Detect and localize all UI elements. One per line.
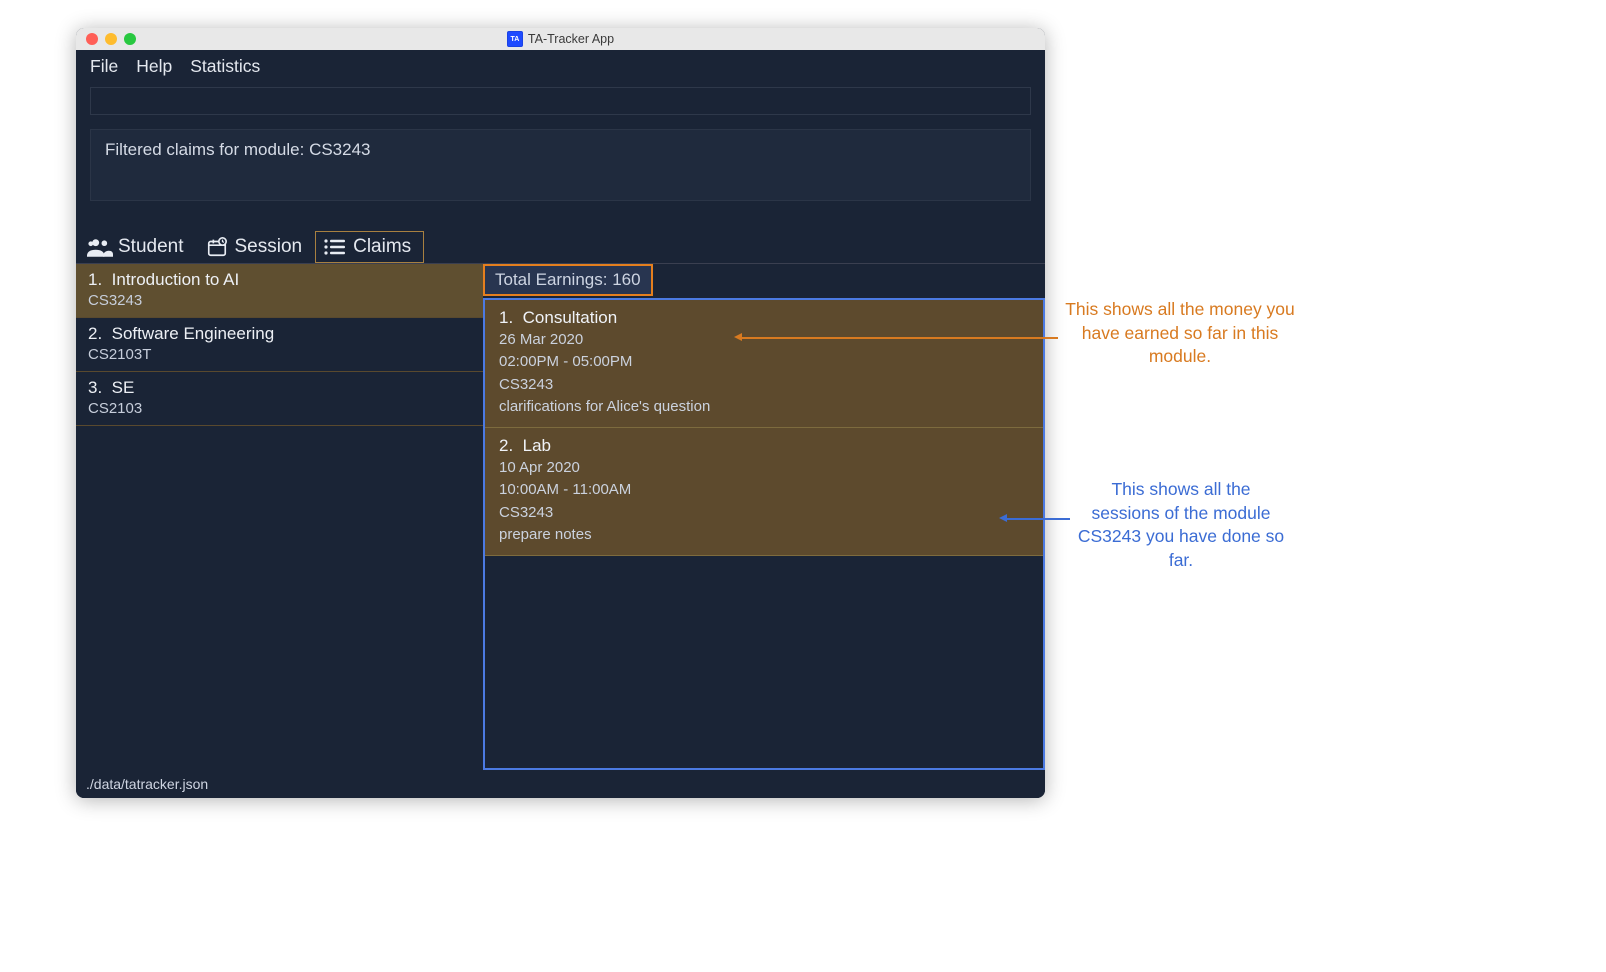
module-name: Introduction to AI xyxy=(112,270,240,289)
module-row[interactable]: 2. Software Engineering CS2103T xyxy=(76,318,483,372)
module-code: CS3243 xyxy=(88,292,471,309)
minimize-button[interactable] xyxy=(105,33,117,45)
session-index: 1. xyxy=(499,308,513,327)
list-icon xyxy=(322,236,348,258)
module-code: CS2103 xyxy=(88,400,471,417)
sessions-list: 1. Consultation 26 Mar 2020 02:00PM - 05… xyxy=(483,298,1045,770)
session-module: CS3243 xyxy=(499,503,1029,523)
total-earnings: Total Earnings: 160 xyxy=(483,264,653,296)
session-date: 10 Apr 2020 xyxy=(499,458,1029,478)
session-time: 02:00PM - 05:00PM xyxy=(499,352,1029,372)
session-note: clarifications for Alice's question xyxy=(499,397,1029,417)
session-date: 26 Mar 2020 xyxy=(499,330,1029,350)
module-row[interactable]: 3. SE CS2103 xyxy=(76,372,483,426)
module-index: 1. xyxy=(88,270,102,289)
module-index: 2. xyxy=(88,324,102,343)
statusbar: ./data/tatracker.json xyxy=(76,770,1045,798)
app-window: TA TA-Tracker App File Help Statistics F… xyxy=(76,28,1045,798)
session-time: 10:00AM - 11:00AM xyxy=(499,480,1029,500)
annotation-earnings-arrow-icon xyxy=(734,333,742,341)
session-note: prepare notes xyxy=(499,525,1029,545)
content-area: 1. Introduction to AI CS3243 2. Software… xyxy=(76,263,1045,770)
annotation-sessions-arrow-icon xyxy=(999,514,1007,522)
module-name: Software Engineering xyxy=(112,324,275,343)
sessions-panel: Total Earnings: 160 1. Consultation 26 M… xyxy=(483,264,1045,770)
session-module: CS3243 xyxy=(499,375,1029,395)
app-icon: TA xyxy=(507,31,523,47)
earnings-value: 160 xyxy=(612,270,640,289)
tab-claims[interactable]: Claims xyxy=(315,231,424,263)
session-type: Consultation xyxy=(523,308,618,327)
window-title-wrap: TA TA-Tracker App xyxy=(84,31,1037,47)
module-code: CS2103T xyxy=(88,346,471,363)
maximize-button[interactable] xyxy=(124,33,136,45)
earnings-label: Total Earnings: xyxy=(495,270,607,289)
people-icon xyxy=(87,236,113,258)
tab-student-label: Student xyxy=(118,236,184,258)
session-index: 2. xyxy=(499,436,513,455)
tab-student[interactable]: Student xyxy=(80,231,197,263)
module-name: SE xyxy=(112,378,135,397)
tab-session[interactable]: Session xyxy=(197,231,316,263)
menu-help[interactable]: Help xyxy=(136,56,172,77)
annotation-earnings-line xyxy=(740,337,1058,339)
session-type: Lab xyxy=(523,436,551,455)
modules-panel: 1. Introduction to AI CS3243 2. Software… xyxy=(76,264,483,770)
menu-statistics[interactable]: Statistics xyxy=(190,56,260,77)
command-input[interactable] xyxy=(90,87,1031,115)
close-button[interactable] xyxy=(86,33,98,45)
module-index: 3. xyxy=(88,378,102,397)
annotation-sessions-line xyxy=(1005,518,1070,520)
module-row[interactable]: 1. Introduction to AI CS3243 xyxy=(76,264,483,318)
tab-session-label: Session xyxy=(235,236,303,258)
tabbar: Student Session Claims xyxy=(76,231,1045,263)
result-display: Filtered claims for module: CS3243 xyxy=(90,129,1031,201)
session-row[interactable]: 1. Consultation 26 Mar 2020 02:00PM - 05… xyxy=(485,300,1043,428)
annotation-earnings: This shows all the money you have earned… xyxy=(1055,298,1305,369)
window-controls xyxy=(86,33,136,45)
calendar-icon xyxy=(204,236,230,258)
menu-file[interactable]: File xyxy=(90,56,118,77)
annotation-sessions: This shows all the sessions of the modul… xyxy=(1076,478,1286,573)
window-title: TA-Tracker App xyxy=(528,32,614,46)
titlebar: TA TA-Tracker App xyxy=(76,28,1045,50)
session-row[interactable]: 2. Lab 10 Apr 2020 10:00AM - 11:00AM CS3… xyxy=(485,428,1043,556)
menubar: File Help Statistics xyxy=(76,50,1045,85)
tab-claims-label: Claims xyxy=(353,236,411,258)
